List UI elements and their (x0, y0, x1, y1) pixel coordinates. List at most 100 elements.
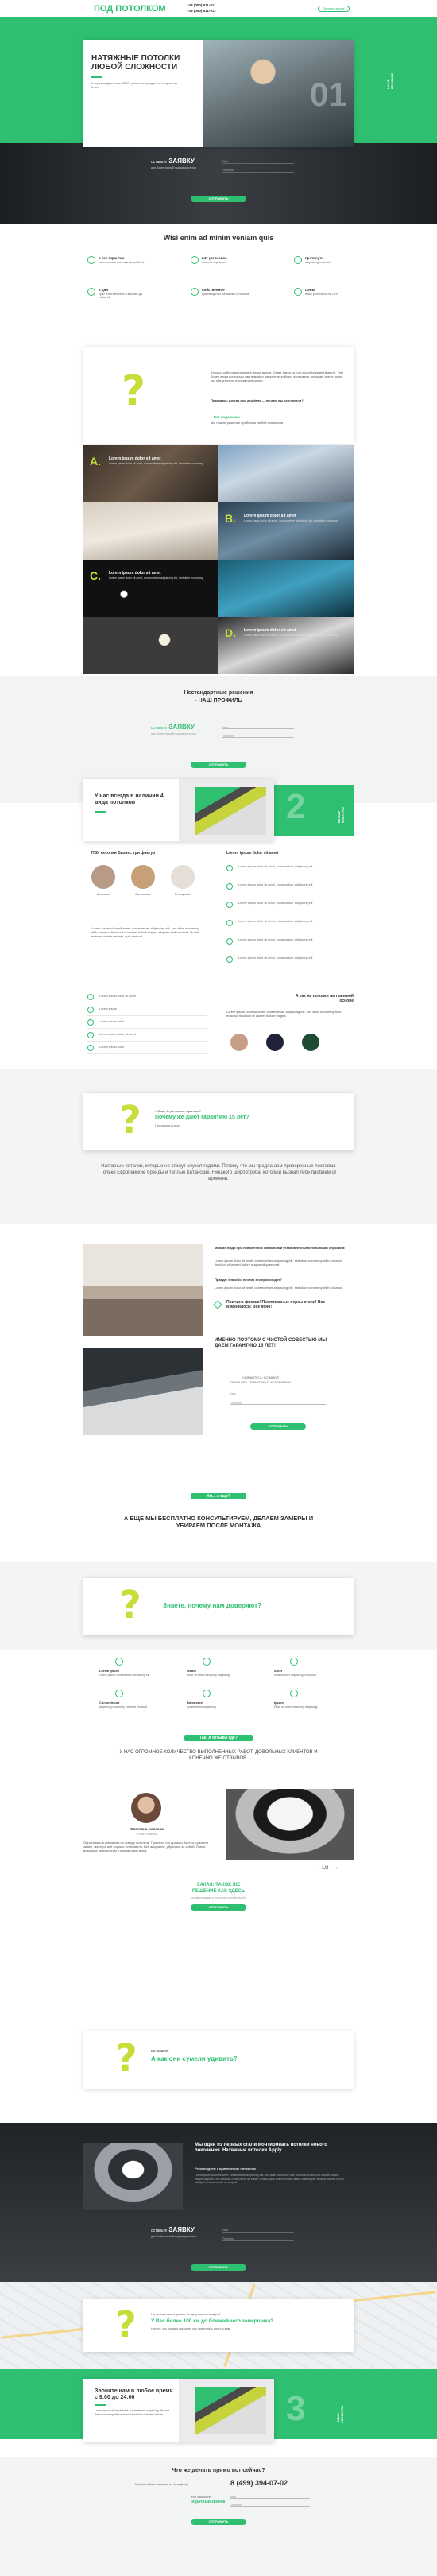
question2-small: – Стоп. А где можно гарантию? (155, 1109, 202, 1113)
info-p5: Причина фиаско! Прописанные персы стали!… (226, 1300, 326, 1309)
footer-or2: обратный звонок (191, 2500, 226, 2504)
name-field-label: Имя (230, 2496, 236, 2499)
map-main: У Вас более 100 км до ближайшего замерщи… (151, 2318, 274, 2324)
question-card-3: ? Знаете, почему нам доверяют? (83, 1578, 354, 1635)
call-title: Звоните нам в любое время с 9:00 до 24:0… (95, 2388, 173, 2400)
divider (87, 1015, 207, 1016)
reviewer-name: Светлана Алисова (130, 1827, 164, 1831)
texture-list-item: Lorem ipsum dolor sit amet, consectetuer… (238, 865, 313, 868)
name-field[interactable]: Имя (222, 159, 294, 164)
trust-text: Dolor sit amet nonummy adipiscing (187, 1674, 230, 1677)
logo[interactable]: ПОД ПОТОЛКОМ (94, 4, 166, 14)
type-title: Lorem ipsum dolor sit amet (109, 456, 161, 461)
phone-2[interactable]: +38 (050) 911-911 (187, 9, 216, 13)
ceiling-photo (83, 560, 218, 617)
reviews-section: Светлана Алисова Отзыв клиента Обратилас… (83, 1789, 354, 1964)
info-section: Многие люди при появлении с натяжными ус… (83, 1236, 354, 1463)
phone-field[interactable]: Телефон (230, 1401, 326, 1405)
type-text: Lorem ipsum dolor sit amet, consectetuer… (109, 462, 204, 465)
phone-1[interactable]: +38 (050) 911-911 (187, 3, 216, 7)
stock-side-label: ВЫБОР ФАКТУРЫ (337, 806, 345, 823)
features-title: Wisi enim ad minim veniam quis (163, 234, 274, 242)
ceiling-photo (218, 617, 354, 674)
feature-text: adipiscing molestie (305, 261, 331, 264)
question3-main: Знаете, почему нам доверяют? (163, 1602, 261, 1609)
textures-section: ПВХ потолки Бизнес три фактур Матовое Сат… (83, 851, 354, 978)
name-field[interactable]: Имя (230, 1391, 326, 1395)
trust-heading: Consectetuer (99, 1701, 120, 1705)
review-text: Обратилась в компанию по поводу потолков… (83, 1841, 208, 1852)
divider (87, 1053, 207, 1054)
hero-title: НАТЯЖНЫЕ ПОТОЛКИ ЛЮБОЙ СЛОЖНОСТИ (91, 54, 180, 72)
reviews-order-title: ЗАКАЗ: ТАКОЕ ЖЕ (196, 1883, 241, 1887)
trust-text: Dolor sit amet nonummy adipiscing (274, 1705, 318, 1709)
trust-heading: Ipsum (187, 1669, 196, 1673)
ceiling-photo (83, 502, 218, 560)
call-side-label: НАШИ КОНТАКТЫ (336, 2405, 344, 2423)
send-button[interactable]: ОТПРАВИТЬ (191, 1904, 246, 1911)
phone-field[interactable]: Телефон (222, 2237, 294, 2241)
callback-button[interactable]: Заказать звонок (318, 6, 350, 12)
feature-text: на потолки и монтажные работы (99, 261, 145, 264)
texture-name: Глянцевое (175, 892, 191, 896)
bonus-title: А ЕЩЕ МЫ БЕСПЛАТНО КОНСУЛЬТИРУЕМ, ДЕЛАЕМ… (123, 1515, 314, 1529)
type-letter: B. (225, 512, 236, 525)
feature-heading: 3 дня (99, 288, 108, 292)
texture-swatch (131, 865, 155, 889)
ceiling-photo (218, 560, 354, 617)
name-field[interactable]: Имя (222, 725, 294, 729)
name-field[interactable]: Имя (222, 2228, 294, 2233)
ceiling-photo (83, 445, 218, 502)
feature-heading: протянуть (305, 256, 324, 260)
name-field-label: Имя (230, 1392, 236, 1395)
feature-text: ниже рыночных на 20% (305, 293, 338, 296)
send-button[interactable]: ОТПРАВИТЬ (191, 762, 246, 768)
hero-side-label: НАШЕ РЕШЕНИЕ (386, 72, 394, 89)
phone-field[interactable]: Телефон (230, 2503, 310, 2507)
footer-left: Прямо сейчас звоните по телефону (135, 2482, 188, 2486)
call-card: Звоните нам в любое время с 9:00 до 24:0… (83, 2379, 274, 2442)
fabric-list-item: Lorem ipsum (99, 1007, 117, 1011)
check-icon (87, 1019, 94, 1026)
name-field[interactable]: Имя (230, 2495, 310, 2499)
question-mark-icon: ? (119, 1098, 141, 1143)
footer-phone[interactable]: 8 (499) 394-07-02 (230, 2479, 288, 2487)
name-field-label: Имя (222, 160, 228, 163)
feature-icon (294, 256, 302, 264)
reviews-order-sub: оставьте заявку и получите точный расчёт (191, 1896, 246, 1899)
send-button[interactable]: ОТПРАВИТЬ (191, 2264, 246, 2271)
trust-text: adipiscing nonummy euismod tincidunt (99, 1705, 148, 1709)
order-pre: оставьте (151, 160, 168, 165)
texture-list-item: Lorem ipsum dolor sit amet, consectetuer… (238, 956, 313, 960)
feature-icon (294, 288, 302, 296)
trust-icon (290, 1690, 298, 1697)
prev-arrow-icon[interactable]: ‹ (314, 1866, 315, 1871)
types-gallery: A. Lorem ipsum dolor sit amet Lorem ipsum … (83, 445, 354, 676)
trust-icon (115, 1658, 123, 1666)
info-p2: Lorem ipsum dolor sit amet, consectetuer… (215, 1259, 342, 1267)
order3-pre: оставьте (151, 2229, 168, 2233)
order2-line: для более точной подачи расчетов (151, 732, 196, 735)
map-sub: Ничего, мы поедем как один, как приятель… (151, 2327, 231, 2330)
reviews-order-line: РЕШЕНИЕ КАК ЗДЕСЬ (191, 1889, 246, 1894)
fabric-list-item: Lorem ipsum dolor sit amet (99, 1033, 136, 1036)
send-button[interactable]: ОТПРАВИТЬ (191, 2519, 246, 2525)
send-button[interactable]: ОТПРАВИТЬ (191, 196, 246, 202)
tag-reviews: Так. А отзывы где? (184, 1735, 253, 1741)
question-mark-icon: ? (115, 2036, 137, 2081)
question1-answer: Мы нашли решение проблемы любой сложност… (211, 421, 284, 425)
type-letter: C. (90, 569, 101, 582)
order3-word: ЗАЯВКУ (168, 2226, 195, 2233)
dark-title: Мы одни из первых стали монтировать пото… (195, 2143, 327, 2153)
info-form-sub: ПОЛУЧИТЬ ГАРАНТИЮ С УСЛОВИЯМИ (230, 1380, 291, 1384)
map-small: Но сейчас вас спросим: А где у вас есть … (151, 2312, 221, 2316)
send-button[interactable]: ОТПРАВИТЬ (250, 1423, 306, 1430)
phone-field[interactable]: Телефон (222, 168, 294, 173)
next-arrow-icon[interactable]: › (336, 1866, 338, 1871)
features-section: Wisi enim ad minim veniam quis 5 лет гар… (0, 224, 437, 324)
feature-icon (87, 288, 95, 296)
stock-card: У нас всегда в наличии 4 вида потолков (83, 779, 274, 841)
check-icon (87, 1007, 94, 1013)
phone-field[interactable]: Телефон (222, 734, 294, 738)
fabric-desc: Lorem ipsum dolor sit amet, consectetuer… (226, 1010, 342, 1018)
